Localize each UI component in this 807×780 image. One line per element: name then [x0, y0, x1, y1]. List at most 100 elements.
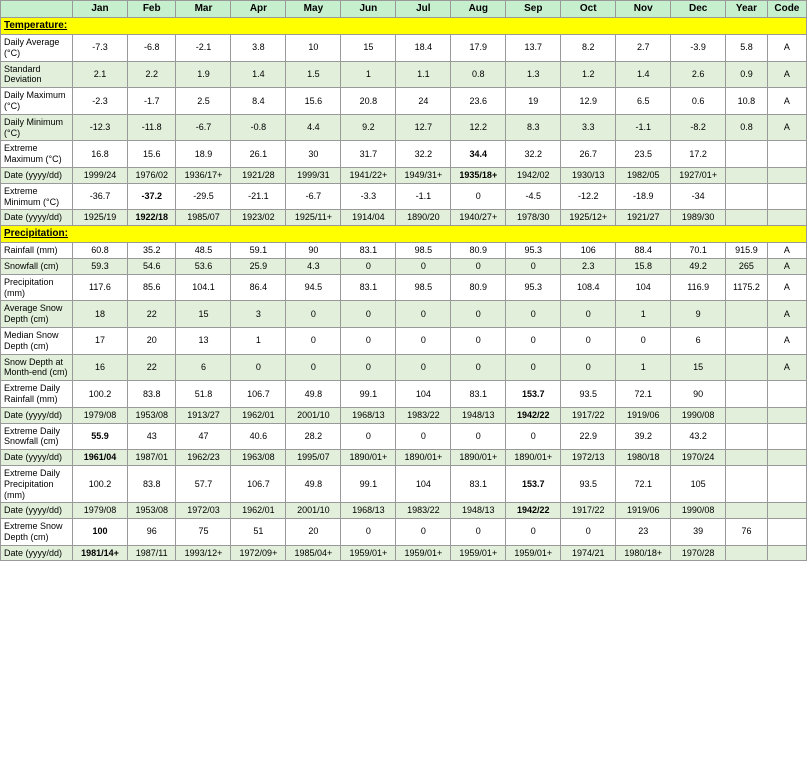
cell-value: 0	[561, 354, 616, 381]
cell-value: 0	[341, 354, 396, 381]
cell-value: 1999/31	[286, 167, 341, 183]
row-label: Date (yyyy/dd)	[1, 407, 73, 423]
cell-value: 106.7	[231, 465, 286, 502]
cell-value: 99.1	[341, 465, 396, 502]
header-may: May	[286, 1, 341, 18]
table-row: Daily Maximum (°C)-2.3-1.72.58.415.620.8…	[1, 88, 807, 115]
cell-value: 3	[231, 301, 286, 328]
table-row: Daily Minimum (°C)-12.3-11.8-6.7-0.84.49…	[1, 114, 807, 141]
header-jan: Jan	[73, 1, 128, 18]
cell-value: 1949/31+	[396, 167, 451, 183]
cell-value: 1999/24	[73, 167, 128, 183]
cell-value: 1927/01+	[671, 167, 726, 183]
table-row: Date (yyyy/dd)1979/081953/081913/271962/…	[1, 407, 807, 423]
cell-value: 1.4	[616, 61, 671, 88]
table-row: Snow Depth at Month-end (cm)162260000000…	[1, 354, 807, 381]
cell-value: 6	[671, 327, 726, 354]
cell-value: A	[767, 61, 806, 88]
cell-value: 1921/28	[231, 167, 286, 183]
cell-value: 19	[506, 88, 561, 115]
cell-value: -21.1	[231, 183, 286, 210]
cell-value: 0	[561, 519, 616, 546]
row-label: Precipitation (mm)	[1, 274, 73, 301]
cell-value: A	[767, 258, 806, 274]
cell-value: -36.7	[73, 183, 128, 210]
cell-value: 3.8	[231, 35, 286, 62]
cell-value: 1961/04	[73, 450, 128, 466]
cell-value: 25.9	[231, 258, 286, 274]
header-year: Year	[726, 1, 768, 18]
cell-value: 153.7	[506, 381, 561, 408]
cell-value	[767, 545, 806, 561]
cell-value	[726, 141, 768, 168]
cell-value: 49.2	[671, 258, 726, 274]
cell-value: 0	[451, 301, 506, 328]
cell-value: 2.3	[561, 258, 616, 274]
cell-value	[726, 354, 768, 381]
cell-value: 47	[176, 423, 231, 450]
cell-value	[726, 327, 768, 354]
row-label: Extreme Daily Precipitation (mm)	[1, 465, 73, 502]
cell-value: 26.1	[231, 141, 286, 168]
cell-value: 1959/01+	[451, 545, 506, 561]
cell-value: 23	[616, 519, 671, 546]
row-label: Snow Depth at Month-end (cm)	[1, 354, 73, 381]
cell-value: 5.8	[726, 35, 768, 62]
cell-value: 1987/11	[127, 545, 176, 561]
cell-value: 15.6	[286, 88, 341, 115]
cell-value: 0	[506, 519, 561, 546]
cell-value: 1970/24	[671, 450, 726, 466]
cell-value: 1.4	[231, 61, 286, 88]
cell-value: 1936/17+	[176, 167, 231, 183]
cell-value: 1925/19	[73, 210, 128, 226]
cell-value: 1	[231, 327, 286, 354]
cell-value: 4.4	[286, 114, 341, 141]
cell-value: A	[767, 354, 806, 381]
cell-value: 95.3	[506, 243, 561, 259]
cell-value	[767, 210, 806, 226]
cell-value: 3.3	[561, 114, 616, 141]
cell-value: -1.1	[396, 183, 451, 210]
cell-value: -37.2	[127, 183, 176, 210]
cell-value: 8.4	[231, 88, 286, 115]
cell-value: 54.6	[127, 258, 176, 274]
cell-value: 153.7	[506, 465, 561, 502]
cell-value: 1.2	[561, 61, 616, 88]
cell-value: 0.8	[726, 114, 768, 141]
row-label: Average Snow Depth (cm)	[1, 301, 73, 328]
cell-value: 1175.2	[726, 274, 768, 301]
cell-value: 0	[506, 354, 561, 381]
cell-value: 35.2	[127, 243, 176, 259]
climate-table: Jan Feb Mar Apr May Jun Jul Aug Sep Oct …	[0, 0, 807, 561]
cell-value	[767, 407, 806, 423]
cell-value: 95.3	[506, 274, 561, 301]
cell-value: 1890/20	[396, 210, 451, 226]
cell-value: 0	[451, 258, 506, 274]
cell-value: 83.1	[341, 274, 396, 301]
cell-value: 0	[396, 258, 451, 274]
cell-value: 0.6	[671, 88, 726, 115]
cell-value: 1940/27+	[451, 210, 506, 226]
cell-value: 98.5	[396, 243, 451, 259]
cell-value: 0	[451, 423, 506, 450]
header-apr: Apr	[231, 1, 286, 18]
cell-value: 9	[671, 301, 726, 328]
cell-value: 99.1	[341, 381, 396, 408]
cell-value: 15	[341, 35, 396, 62]
cell-value: 1913/27	[176, 407, 231, 423]
row-label: Snowfall (cm)	[1, 258, 73, 274]
cell-value: 0.8	[451, 61, 506, 88]
cell-value	[726, 450, 768, 466]
cell-value	[767, 167, 806, 183]
cell-value: -3.9	[671, 35, 726, 62]
cell-value: -0.8	[231, 114, 286, 141]
cell-value: -4.5	[506, 183, 561, 210]
cell-value: 0	[451, 183, 506, 210]
cell-value: 72.1	[616, 465, 671, 502]
cell-value: 83.1	[341, 243, 396, 259]
cell-value: 12.9	[561, 88, 616, 115]
cell-value: 0	[506, 301, 561, 328]
cell-value: 117.6	[73, 274, 128, 301]
cell-value	[726, 407, 768, 423]
cell-value: 0	[506, 423, 561, 450]
